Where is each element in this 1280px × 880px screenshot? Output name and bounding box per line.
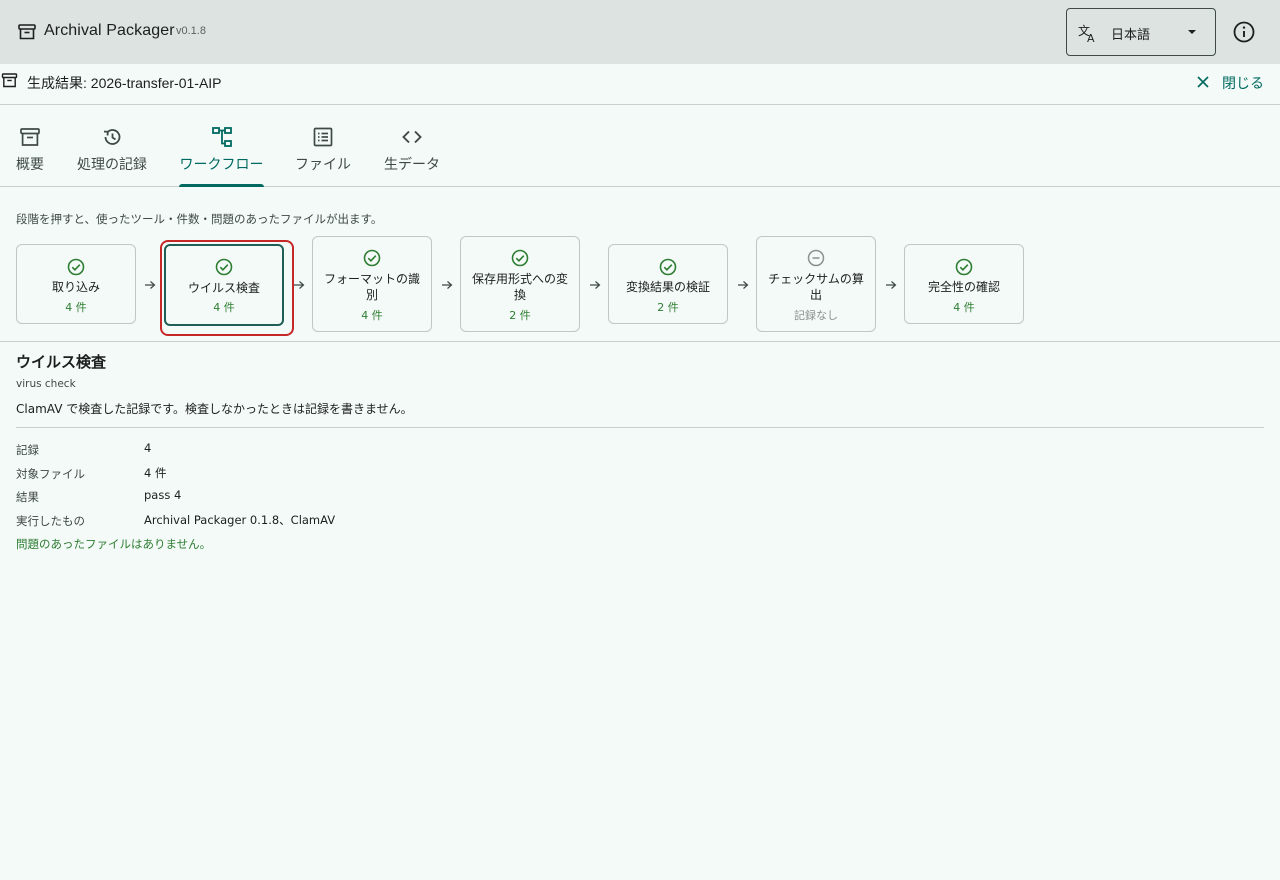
- stage-name: チェックサムの算出: [768, 272, 864, 302]
- detail-key-result: 結果: [16, 490, 39, 504]
- no-issues-note: 問題のあったファイルはありません。: [16, 537, 212, 551]
- stage-conversion-validation[interactable]: 変換結果の検証 2 件: [608, 244, 728, 324]
- info-icon[interactable]: [1231, 19, 1257, 45]
- language-value: 日本語: [1111, 28, 1151, 43]
- arrow-right-icon: [294, 281, 305, 289]
- close-label: 閉じる: [1222, 76, 1264, 92]
- detail-value-target-files: 4 件: [144, 466, 167, 480]
- stage-count: 記録なし: [794, 309, 838, 322]
- tab-label: 生データ: [384, 157, 440, 173]
- app-title: Archival Packager: [44, 22, 175, 39]
- check-circle-icon: [67, 258, 85, 276]
- translate-icon: 文 A: [1078, 23, 1095, 44]
- tab-raw-data[interactable]: 生データ: [383, 105, 441, 187]
- result-title: 生成結果: 2026-transfer-01-AIP: [27, 75, 222, 91]
- arrow-right-icon: [442, 281, 453, 289]
- result-header: 生成結果: 2026-transfer-01-AIP 閉じる: [0, 64, 1280, 105]
- list-icon: [313, 127, 333, 147]
- check-circle-icon: [659, 258, 677, 276]
- archive-box-icon: [18, 24, 36, 40]
- stage-name: 保存用形式への変換: [471, 272, 568, 302]
- stage-name: ウイルス検査: [187, 281, 260, 295]
- stage-count: 2 件: [657, 301, 679, 314]
- stage-preservation-conversion[interactable]: 保存用形式への変換 2 件: [460, 236, 580, 332]
- tab-overview[interactable]: 概要: [14, 105, 46, 187]
- stage-name: フォーマットの識別: [323, 272, 420, 302]
- tab-bar: 概要 処理の記録 ワークフロー ファイル 生データ: [0, 105, 1280, 187]
- detail-title: ウイルス検査: [16, 353, 107, 371]
- arrow-right-icon: [590, 281, 601, 289]
- stage-name: 変換結果の検証: [625, 280, 710, 294]
- tab-label: ファイル: [295, 157, 351, 173]
- tab-label: ワークフロー: [179, 157, 264, 173]
- stage-integrity-check[interactable]: 完全性の確認 4 件: [904, 244, 1024, 324]
- workflow-hint: 段階を押すと、使ったツール・件数・問題のあったファイルが出ます。: [16, 212, 383, 226]
- svg-text:A: A: [1087, 32, 1095, 44]
- tab-label: 概要: [16, 157, 44, 173]
- stage-name: 完全性の確認: [927, 280, 1000, 294]
- stage-count: 4 件: [213, 301, 235, 314]
- active-tab-indicator: [179, 184, 264, 187]
- stage-count: 4 件: [361, 309, 383, 322]
- detail-value-records: 4: [144, 441, 152, 455]
- divider: [16, 427, 1264, 428]
- detail-subtitle: virus check: [16, 378, 76, 390]
- detail-key-target-files: 対象ファイル: [16, 467, 85, 481]
- tab-label: 処理の記録: [77, 157, 147, 173]
- app-version: v0.1.8: [176, 25, 206, 37]
- stage-format-identification[interactable]: フォーマットの識別 4 件: [312, 236, 432, 332]
- code-icon: [402, 130, 422, 144]
- detail-key-executed-by: 実行したもの: [16, 514, 85, 528]
- check-circle-icon: [511, 249, 529, 267]
- detail-description: ClamAV で検査した記録です。検査しなかったときは記録を書きません。: [16, 402, 413, 416]
- stage-ingest[interactable]: 取り込み 4 件: [16, 244, 136, 324]
- stage-count: 2 件: [509, 309, 531, 322]
- divider: [0, 341, 1280, 342]
- language-select[interactable]: 文 A 日本語: [1066, 8, 1216, 56]
- app-bar: Archival Packager v0.1.8 文 A 日本語: [0, 0, 1280, 64]
- stage-checksum[interactable]: チェックサムの算出 記録なし: [756, 236, 876, 332]
- tab-history[interactable]: 処理の記録: [76, 105, 148, 187]
- stage-name: 取り込み: [51, 280, 100, 294]
- check-circle-icon: [955, 258, 973, 276]
- detail-value-executed-by: Archival Packager 0.1.8、ClamAV: [144, 513, 336, 527]
- chevron-down-icon: [1188, 30, 1196, 34]
- close-icon: [1197, 76, 1209, 88]
- archive-box-icon: [1, 73, 18, 88]
- arrow-right-icon: [886, 281, 897, 289]
- close-button[interactable]: 閉じる: [1196, 71, 1268, 93]
- stage-count: 4 件: [953, 301, 975, 314]
- minus-circle-icon: [807, 249, 825, 267]
- history-icon: [103, 129, 121, 145]
- arrow-right-icon: [738, 281, 749, 289]
- stage-count: 4 件: [65, 301, 87, 314]
- check-circle-icon: [215, 258, 233, 276]
- tab-files[interactable]: ファイル: [294, 105, 352, 187]
- arrow-right-icon: [145, 281, 156, 289]
- tab-workflow[interactable]: ワークフロー: [179, 105, 264, 187]
- detail-value-result: pass 4: [144, 488, 182, 502]
- check-circle-icon: [363, 249, 381, 267]
- workflow-icon: [211, 127, 232, 147]
- archive-icon: [20, 128, 40, 146]
- detail-key-records: 記録: [16, 443, 39, 457]
- stage-virus-check[interactable]: ウイルス検査 4 件: [164, 244, 284, 326]
